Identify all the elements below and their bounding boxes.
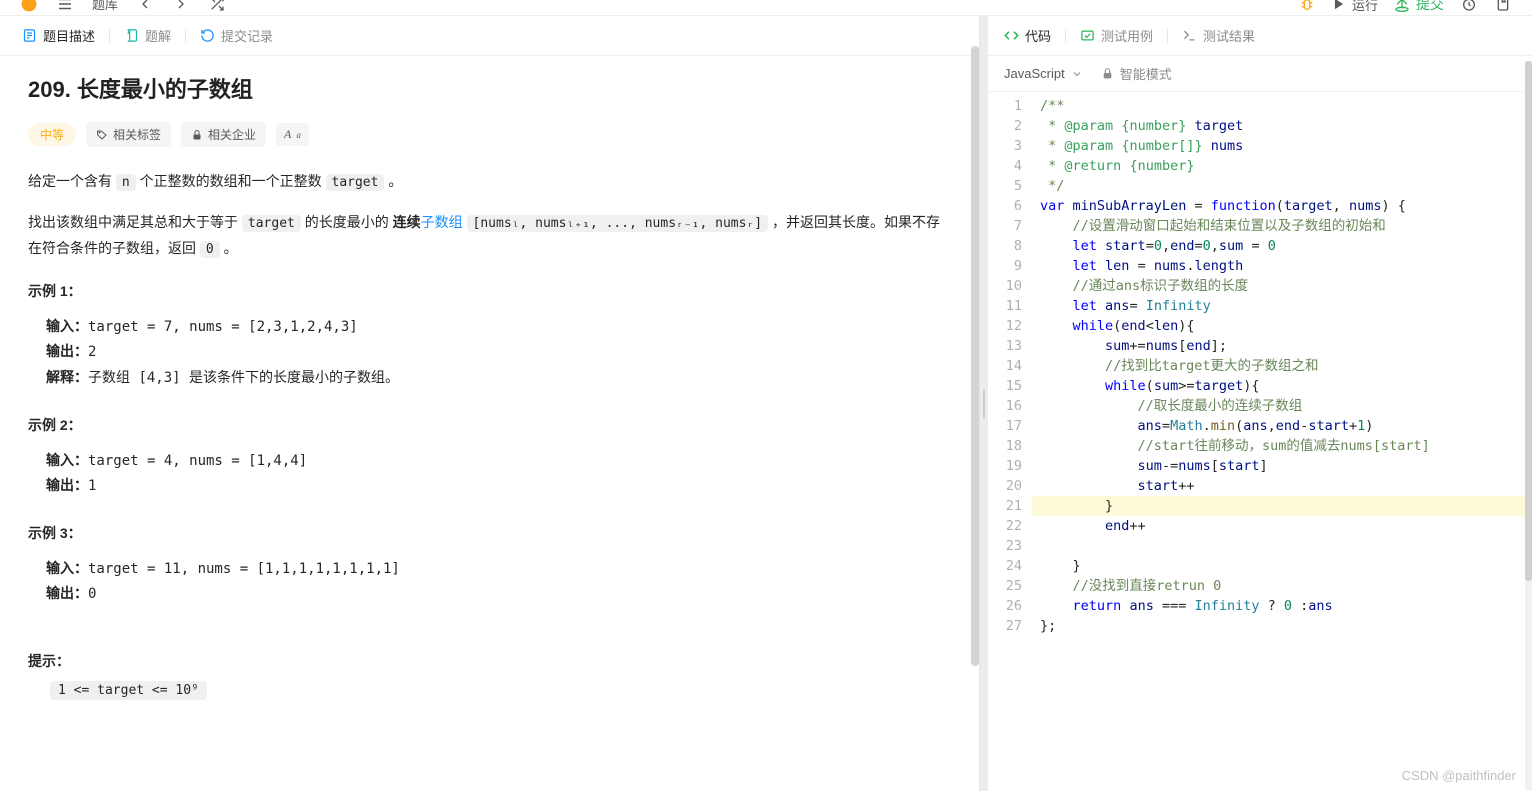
note-icon[interactable] [1494,0,1512,13]
tab-description[interactable]: 题目描述 [22,26,95,45]
problem-tabs: 题目描述 题解 提交记录 [0,16,979,56]
tab-submissions[interactable]: 提交记录 [200,26,273,45]
smart-mode[interactable]: 智能模式 [1101,64,1172,83]
difficulty-badge: 中等 [28,123,76,146]
desc-line-1: 给定一个含有 n 个正整数的数组和一个正整数 target 。 [28,169,951,194]
hints-title: 提示： [28,651,951,671]
tab-result[interactable]: 测试结果 [1182,26,1255,45]
meta-row: 中等 相关标签 相关企业 Aa [28,122,951,147]
submit-button[interactable]: 提交 [1394,0,1444,14]
problem-title: 209. 长度最小的子数组 [28,72,951,104]
line-gutter: 1234567891011121314151617181920212223242… [988,92,1032,791]
divider [185,29,186,43]
debug-icon[interactable] [1298,0,1316,13]
example1: 输入：target = 7, nums = [2,3,1,2,4,3] 输出：2… [28,311,951,395]
tab-solution[interactable]: 题解 [124,26,171,45]
hints-list: 1 <= target <= 10⁹ [28,681,951,700]
example3: 输入：target = 11, nums = [1,1,1,1,1,1,1,1]… [28,553,951,611]
library-link[interactable]: 题库 [92,0,118,13]
problem-pane: 题目描述 题解 提交记录 209. 长度最小的子数组 中等 [0,16,980,791]
tags-chip[interactable]: 相关标签 [86,122,171,147]
chevron-down-icon [1071,68,1083,80]
example2: 输入：target = 4, nums = [1,4,4] 输出：1 [28,445,951,503]
subarray-link[interactable]: 子数组 [421,214,463,230]
problem-body: 209. 长度最小的子数组 中等 相关标签 相关企业 Aa 给定一个含有 n 个… [0,56,979,791]
logo-icon[interactable] [20,0,38,13]
companies-chip[interactable]: 相关企业 [181,122,266,147]
tab-testcase[interactable]: 测试用例 [1080,26,1153,45]
divider [1065,29,1066,43]
example2-title: 示例 2： [28,415,951,435]
timer-icon[interactable] [1460,0,1478,13]
top-toolbar: 题库 运行 提交 [0,0,1532,16]
code-content[interactable]: /** * @param {number} target * @param {n… [1032,92,1532,791]
run-button[interactable]: 运行 [1332,0,1378,14]
code-tabs: 代码 测试用例 测试结果 [988,16,1532,56]
font-chip[interactable]: Aa [276,123,309,146]
code-toolbar: JavaScript 智能模式 [988,56,1532,92]
language-select[interactable]: JavaScript [1004,66,1083,81]
list-icon[interactable] [56,0,74,13]
desc-line-2: 找出该数组中满足其总和大于等于 target 的长度最小的 连续子数组 [num… [28,210,951,261]
tab-code[interactable]: 代码 [1004,26,1051,45]
prev-icon[interactable] [136,0,154,13]
hint-item: 1 <= target <= 10⁹ [50,681,207,700]
code-editor[interactable]: 1234567891011121314151617181920212223242… [988,92,1532,791]
watermark: CSDN @paithfinder [1402,768,1516,783]
code-pane: 代码 测试用例 测试结果 JavaScript [988,16,1532,791]
divider [1167,29,1168,43]
divider [109,29,110,43]
right-scrollbar[interactable] [1525,61,1532,791]
left-scrollbar[interactable] [971,16,979,791]
lock-icon [1101,67,1114,80]
shuffle-icon[interactable] [208,0,226,13]
next-icon[interactable] [172,0,190,13]
example3-title: 示例 3： [28,523,951,543]
pane-splitter[interactable] [980,16,988,791]
example1-title: 示例 1： [28,281,951,301]
